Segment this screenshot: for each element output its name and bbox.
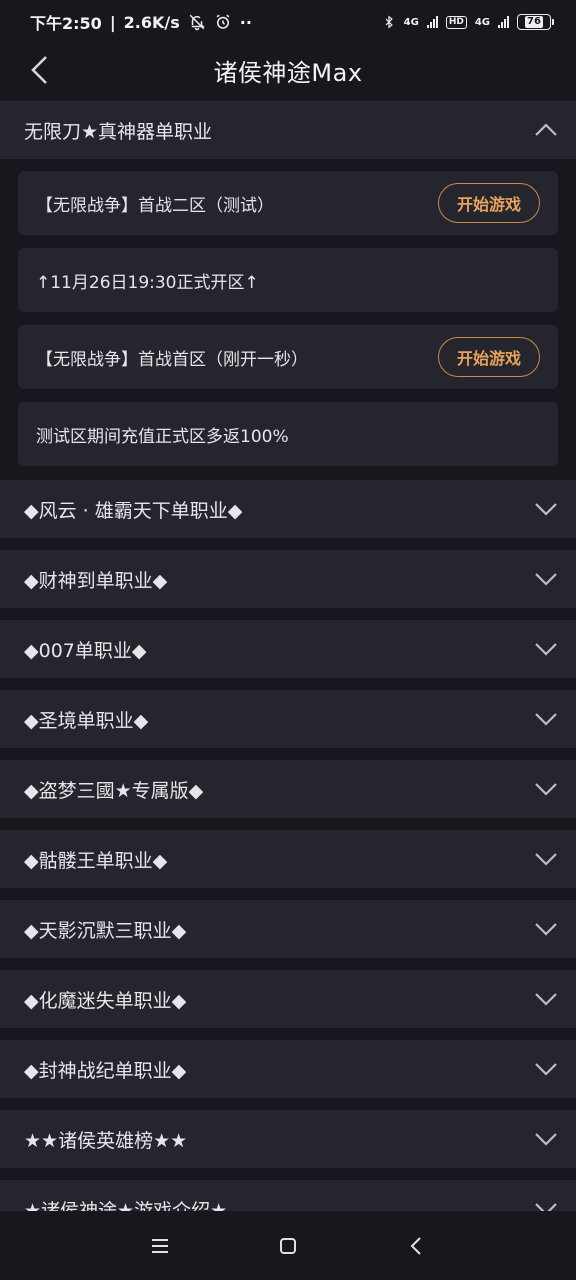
notice-row: 测试区期间充值正式区多返100% [18,402,558,466]
server-list[interactable]: 无限刀★真神器单职业 【无限战争】首战二区（测试） 开始游戏 ↑11月26日19… [0,101,576,1211]
chevron-down-icon[interactable] [534,847,558,871]
server-name: 【无限战争】首战首区（刚开一秒） [36,349,308,370]
section-header[interactable]: ◆圣境单职业◆ [0,690,576,748]
bluetooth-icon [385,15,393,29]
more-dots-icon: ·· [239,12,252,32]
chevron-down-icon[interactable] [534,917,558,941]
chevron-down-icon[interactable] [534,987,558,1011]
status-bar: 下午2:50 | 2.6K/s ·· 4G HD 4G 76 [0,0,576,44]
server-row[interactable]: 【无限战争】首战首区（刚开一秒） 开始游戏 [18,325,558,389]
network-label-1: 4G [403,16,419,28]
start-game-button[interactable]: 开始游戏 [437,183,540,223]
notice-text: 测试区期间充值正式区多返100% [36,426,289,447]
chevron-left-icon [31,56,47,84]
section-title: ◆圣境单职业◆ [24,709,149,732]
section-title: ◆天影沉默三职业◆ [24,919,187,942]
section-header[interactable]: ◆骷髅王单职业◆ [0,830,576,888]
page-title: 诸侯神途Max [213,58,363,87]
section-title: ◆007单职业◆ [24,639,147,662]
chevron-down-icon[interactable] [534,567,558,591]
chevron-down-icon[interactable] [534,497,558,521]
back-button[interactable] [22,52,58,88]
home-button[interactable] [270,1228,306,1264]
hd-badge: HD [445,15,467,29]
signal-icon-2 [498,16,509,28]
section-header[interactable]: ◆天影沉默三职业◆ [0,900,576,958]
section-header[interactable]: ◆化魔迷失单职业◆ [0,970,576,1028]
chevron-up-icon[interactable] [534,118,558,142]
section-title: ◆骷髅王单职业◆ [24,849,168,872]
menu-icon [152,1238,168,1253]
chevron-down-icon[interactable] [534,637,558,661]
battery-icon: 76 [517,14,554,30]
chevron-down-icon[interactable] [534,707,558,731]
section-header[interactable]: ◆财神到单职业◆ [0,550,576,608]
system-back-button[interactable] [398,1228,434,1264]
section-header[interactable]: ◆风云 · 雄霸天下单职业◆ [0,480,576,538]
network-label-2: 4G [474,16,490,28]
home-square-icon [280,1237,296,1254]
section-title: ★诸侯神途★游戏介绍★ [24,1199,228,1212]
expanded-content: 【无限战争】首战二区（测试） 开始游戏 ↑11月26日19:30正式开区↑ 【无… [0,159,576,480]
start-game-button[interactable]: 开始游戏 [437,337,540,377]
section-header[interactable]: ◆盗梦三國★专属版◆ [0,760,576,818]
chevron-down-icon[interactable] [534,1057,558,1081]
section-title: ★★诸侯英雄榜★★ [24,1129,188,1152]
app-header: 诸侯神途Max [0,44,576,96]
section-title: ◆化魔迷失单职业◆ [24,989,187,1012]
signal-icon [426,16,438,28]
chevron-down-icon[interactable] [534,777,558,801]
notice-row: ↑11月26日19:30正式开区↑ [18,248,558,312]
chevron-left-icon [410,1236,421,1255]
section-title: ◆财神到单职业◆ [24,569,168,592]
section-title: 无限刀★真神器单职业 [24,120,213,143]
section-header[interactable]: ★★诸侯英雄榜★★ [0,1110,576,1168]
battery-level: 76 [525,16,543,28]
section-title: ◆盗梦三國★专属版◆ [24,779,204,802]
chevron-down-icon[interactable] [534,1127,558,1151]
section-header[interactable]: ★诸侯神途★游戏介绍★ [0,1180,576,1211]
section-header[interactable]: ◆007单职业◆ [0,620,576,678]
bell-off-icon [189,14,205,31]
section-header[interactable]: ◆封神战纪单职业◆ [0,1040,576,1098]
notice-text: ↑11月26日19:30正式开区↑ [36,272,259,293]
alarm-icon [216,14,230,29]
status-speed: 2.6K/s [123,12,180,32]
section-header-expanded[interactable]: 无限刀★真神器单职业 [0,101,576,159]
recents-button[interactable] [142,1228,178,1264]
system-nav-bar [0,1211,576,1280]
server-row[interactable]: 【无限战争】首战二区（测试） 开始游戏 [18,171,558,235]
status-time: 下午2:50 [30,14,102,33]
section-title: ◆封神战纪单职业◆ [24,1059,187,1082]
status-divider: | [109,12,116,32]
server-name: 【无限战争】首战二区（测试） [36,195,274,216]
chevron-down-icon[interactable] [534,1197,558,1211]
section-title: ◆风云 · 雄霸天下单职业◆ [24,499,243,522]
